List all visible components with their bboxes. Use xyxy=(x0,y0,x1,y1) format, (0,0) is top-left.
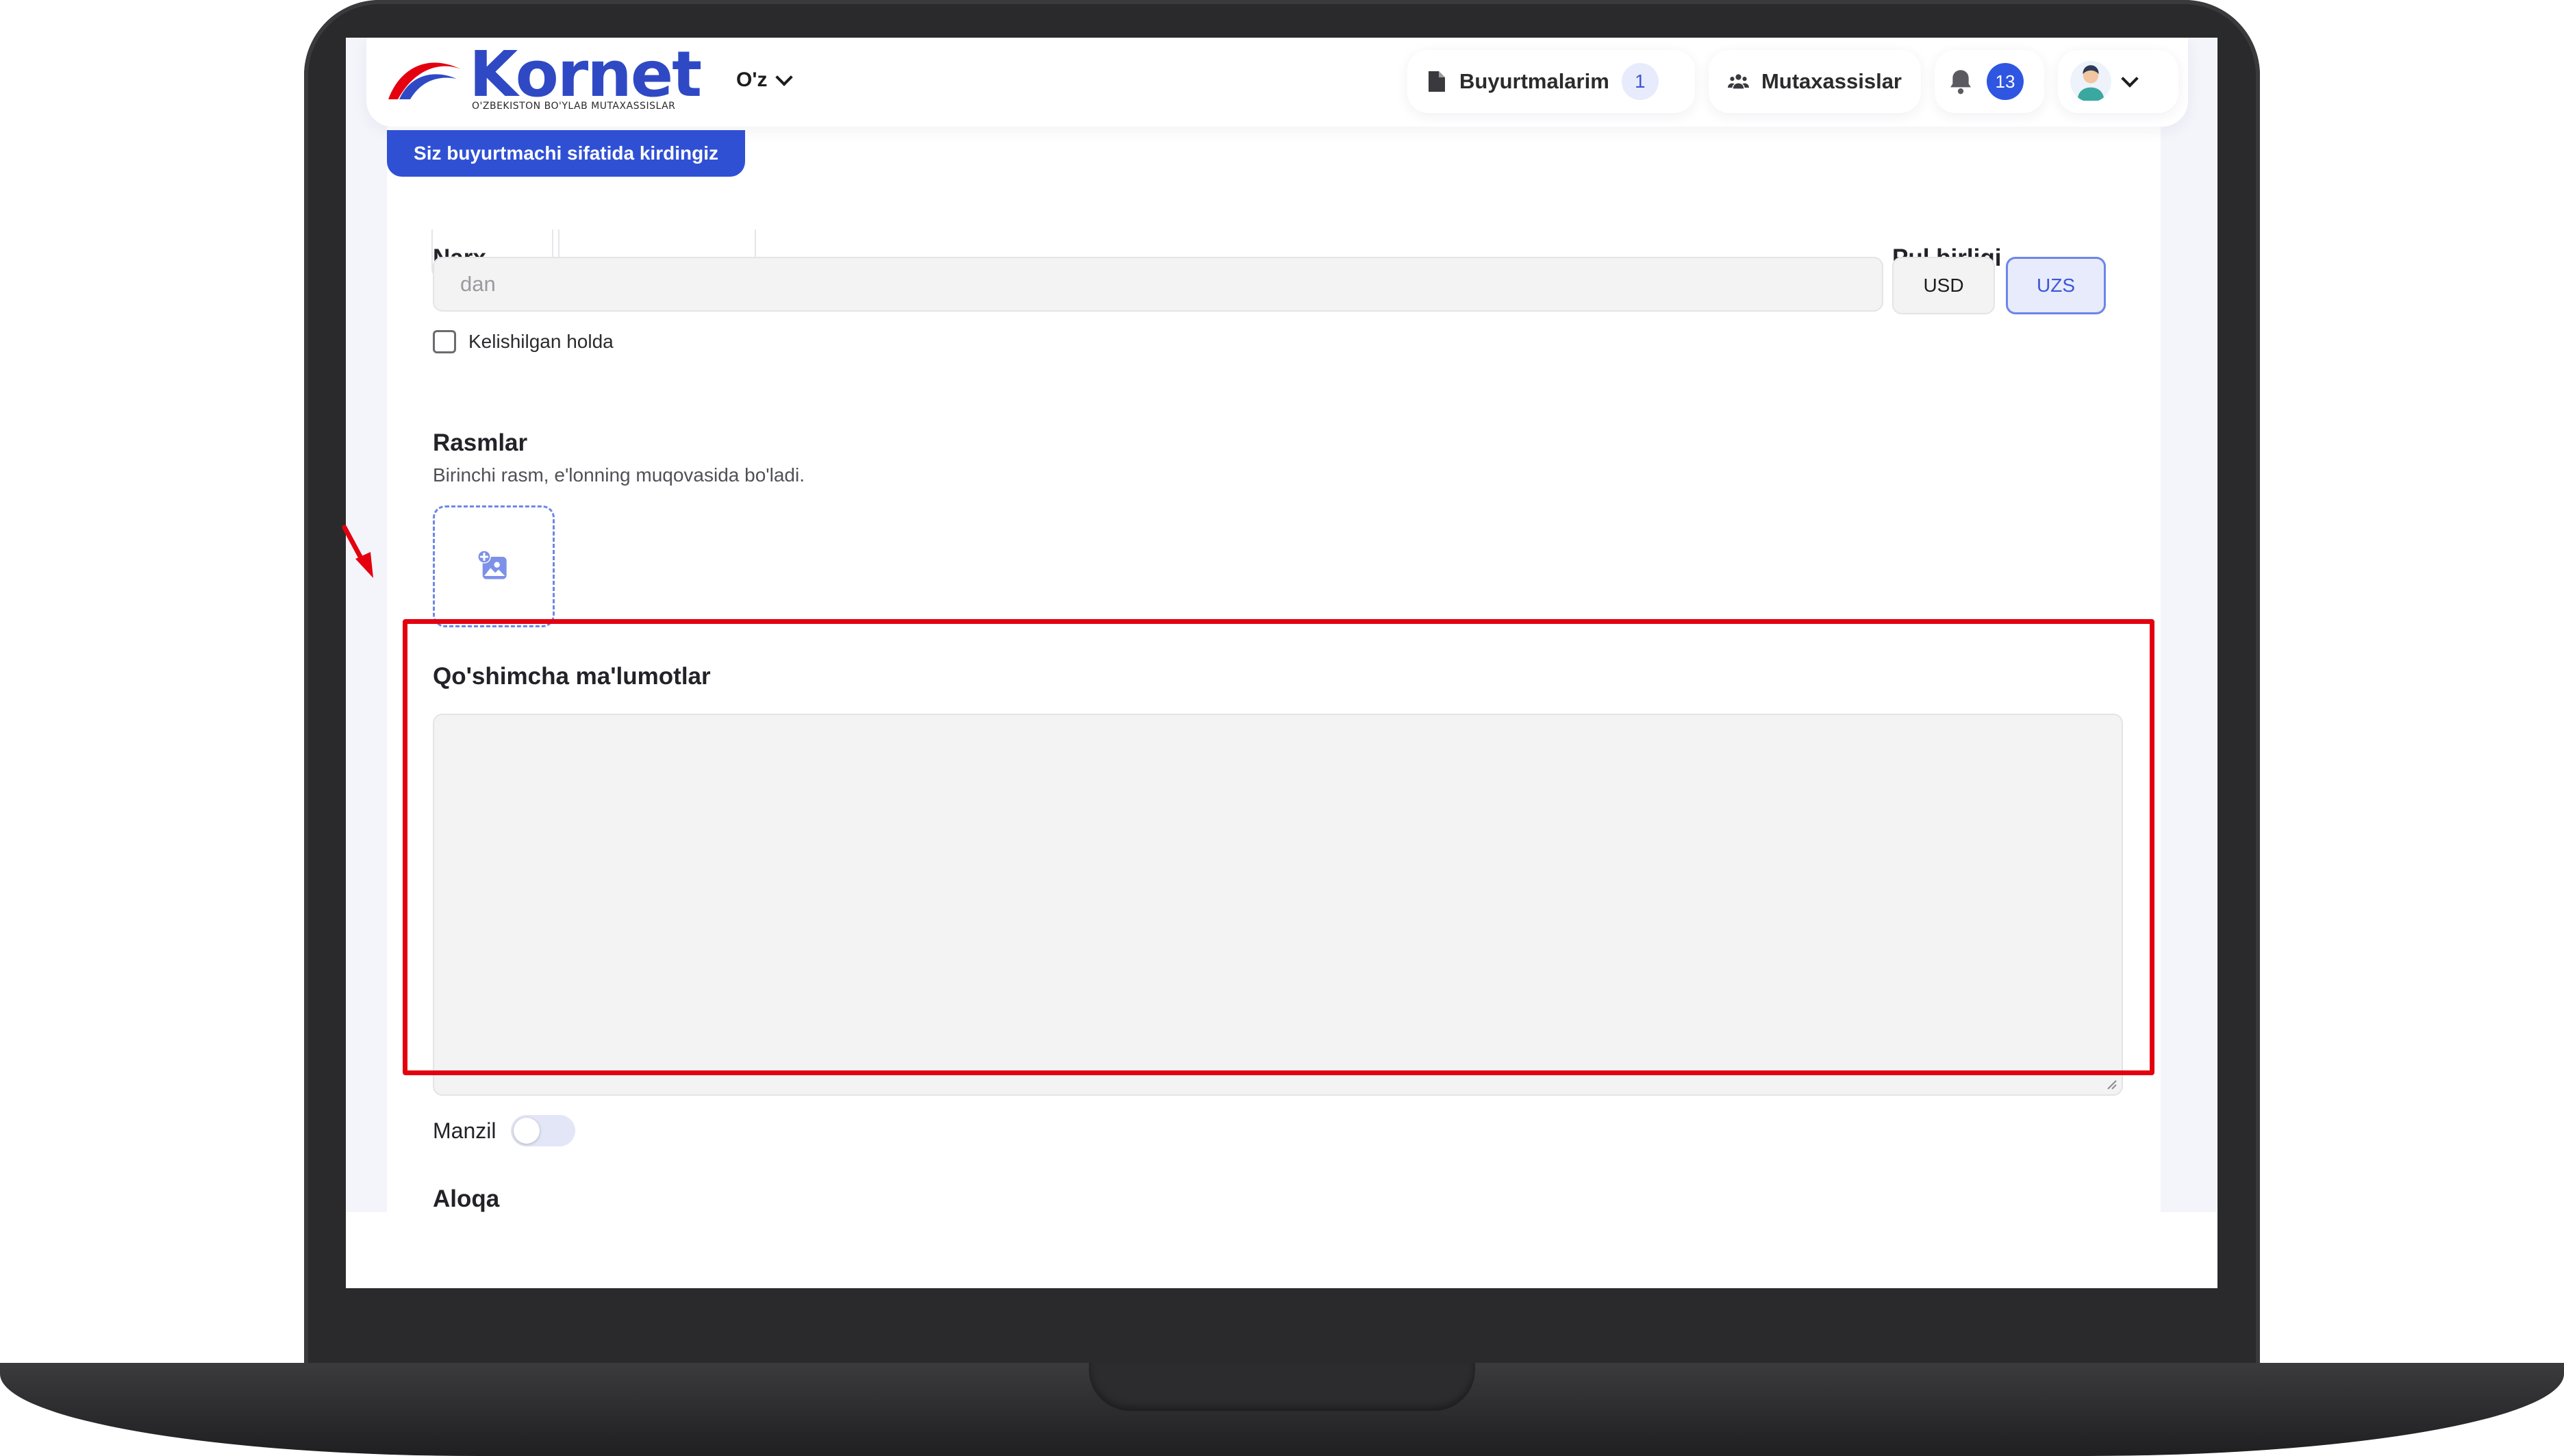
screen-bottom xyxy=(346,1212,2217,1288)
logo-swoosh-icon xyxy=(388,62,461,99)
negotiable-label: Kelishilgan holda xyxy=(468,331,614,352)
language-label: O'z xyxy=(736,68,768,91)
resize-grip-icon[interactable] xyxy=(2105,1078,2117,1090)
avatar-icon xyxy=(2077,65,2104,101)
negotiable-row: Kelishilgan holda xyxy=(433,330,614,353)
users-icon xyxy=(1728,74,1749,89)
top-header: Kornet O'ZBEKISTON BO'YLAB MUTAXASSISLAR… xyxy=(366,38,2188,127)
notifications-count-badge: 13 xyxy=(1987,63,2024,100)
my-orders-button[interactable]: Buyurtmalarim 1 xyxy=(1407,50,1695,113)
contact-label: Aloqa xyxy=(433,1185,500,1212)
image-upload-button[interactable] xyxy=(433,505,555,627)
notifications-button[interactable]: 13 xyxy=(1935,50,2044,113)
user-menu[interactable] xyxy=(2058,50,2178,113)
laptop-notch xyxy=(1089,1363,1475,1411)
specialists-button[interactable]: Mutaxassislar xyxy=(1709,50,1921,113)
logo[interactable]: Kornet O'ZBEKISTON BO'YLAB MUTAXASSISLAR xyxy=(386,38,707,118)
image-plus-icon xyxy=(477,550,507,579)
orders-count-badge: 1 xyxy=(1621,63,1659,100)
arrow-annotation-icon xyxy=(342,525,373,578)
price-input[interactable]: dan xyxy=(433,257,1883,312)
logo-text: Kornet xyxy=(469,38,702,111)
images-hint: Birinchi rasm, e'lonning muqovasida bo'l… xyxy=(433,464,805,486)
specialists-label: Mutaxassislar xyxy=(1761,69,1902,93)
currency-uzs-button[interactable]: UZS xyxy=(2006,257,2106,314)
my-orders-label: Buyurtmalarim xyxy=(1459,69,1609,93)
highlight-annotation xyxy=(403,619,2154,1075)
toggle-knob xyxy=(514,1118,540,1144)
bell-icon xyxy=(1950,70,1971,95)
document-icon xyxy=(1429,71,1445,92)
address-toggle[interactable] xyxy=(511,1115,576,1146)
price-placeholder: dan xyxy=(460,272,496,296)
chevron-down-icon xyxy=(2121,70,2139,88)
chevron-down-icon xyxy=(775,68,794,86)
negotiable-checkbox[interactable] xyxy=(433,330,456,353)
address-row: Manzil xyxy=(433,1115,576,1146)
currency-usd-button[interactable]: USD xyxy=(1892,257,1995,314)
avatar xyxy=(2070,61,2111,102)
address-label: Manzil xyxy=(433,1118,497,1143)
language-selector[interactable]: O'z xyxy=(736,66,794,94)
logo-tagline: O'ZBEKISTON BO'YLAB MUTAXASSISLAR xyxy=(472,101,676,112)
role-notice-button[interactable]: Siz buyurtmachi sifatida kirdingiz xyxy=(387,130,745,177)
screen: Narx Pul birligi dan USD UZS Kelishilgan… xyxy=(346,38,2217,1288)
images-label: Rasmlar xyxy=(433,429,528,456)
